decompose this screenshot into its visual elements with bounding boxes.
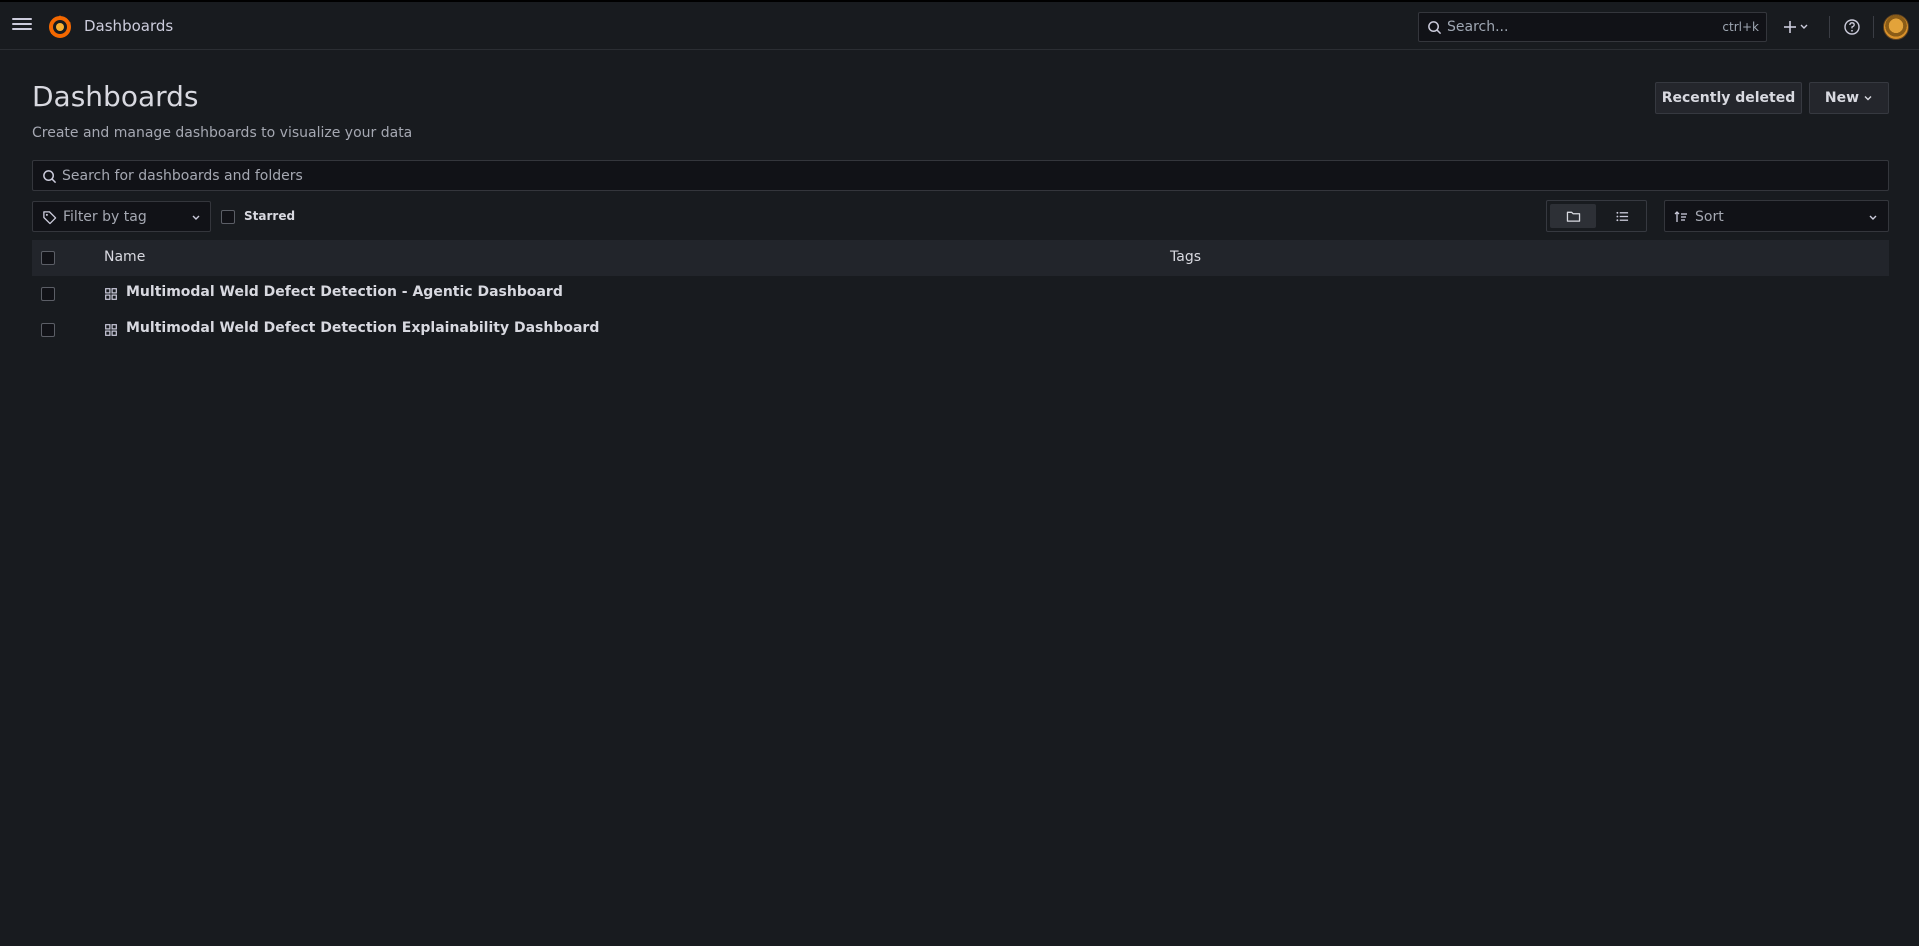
dashboard-grid-icon <box>105 324 117 336</box>
help-icon <box>1844 19 1860 35</box>
tag-filter-select[interactable]: Filter by tag <box>32 201 211 232</box>
folder-view-icon <box>1566 211 1580 222</box>
new-button[interactable]: New <box>1809 82 1889 114</box>
dashboard-search-placeholder: Search for dashboards and folders <box>62 168 303 184</box>
page-title: Dashboards <box>32 80 199 113</box>
search-shortcut: ctrl+k <box>1722 20 1759 34</box>
separator <box>1829 16 1830 38</box>
table-header: Name Tags <box>32 240 1889 276</box>
tag-filter-placeholder: Filter by tag <box>63 209 147 225</box>
global-search-placeholder: Search... <box>1447 19 1509 35</box>
starred-checkbox[interactable] <box>221 210 235 224</box>
sort-placeholder: Sort <box>1695 209 1724 225</box>
dashboard-search-input[interactable]: Search for dashboards and folders <box>32 160 1889 191</box>
help-button[interactable] <box>1841 16 1863 38</box>
dashboard-link[interactable]: Multimodal Weld Defect Detection - Agent… <box>126 284 563 300</box>
list-view-icon <box>1615 211 1628 221</box>
dashboard-link[interactable]: Multimodal Weld Defect Detection Explain… <box>126 320 599 336</box>
new-label: New <box>1824 90 1860 106</box>
view-toggle <box>1546 200 1647 232</box>
column-header-name[interactable]: Name <box>104 249 145 265</box>
search-icon <box>1428 21 1442 35</box>
chevron-down-icon <box>1869 215 1877 220</box>
table-row[interactable]: Multimodal Weld Defect Detection - Agent… <box>32 276 1889 312</box>
list-view-button[interactable] <box>1599 204 1645 228</box>
column-header-tags: Tags <box>1170 249 1201 265</box>
menu-icon[interactable] <box>10 15 34 35</box>
page-subtitle: Create and manage dashboards to visualiz… <box>32 125 413 141</box>
tag-icon <box>43 211 57 225</box>
global-search-input[interactable]: Search... ctrl+k <box>1418 12 1767 42</box>
chevron-down-icon <box>1864 96 1872 101</box>
grafana-logo-icon[interactable] <box>47 14 73 40</box>
table-row[interactable]: Multimodal Weld Defect Detection Explain… <box>32 312 1889 348</box>
plus-icon <box>1784 21 1808 33</box>
folder-view-button[interactable] <box>1550 204 1596 228</box>
dashboard-grid-icon <box>105 288 117 300</box>
recently-deleted-button[interactable]: Recently deleted <box>1655 82 1802 114</box>
sort-icon <box>1674 211 1687 222</box>
add-menu-button[interactable] <box>1780 15 1814 39</box>
separator <box>1873 16 1874 38</box>
chevron-down-icon <box>192 215 200 220</box>
starred-label[interactable]: Starred <box>244 209 295 223</box>
top-bar: Dashboards Search... ctrl+k <box>0 0 1919 50</box>
row-checkbox[interactable] <box>41 323 55 337</box>
search-icon <box>43 170 57 184</box>
row-checkbox[interactable] <box>41 287 55 301</box>
user-avatar[interactable] <box>1883 14 1909 40</box>
breadcrumb-dashboards[interactable]: Dashboards <box>84 17 173 35</box>
sort-select[interactable]: Sort <box>1664 200 1889 232</box>
recently-deleted-label: Recently deleted <box>1661 90 1796 106</box>
select-all-checkbox[interactable] <box>41 251 55 265</box>
